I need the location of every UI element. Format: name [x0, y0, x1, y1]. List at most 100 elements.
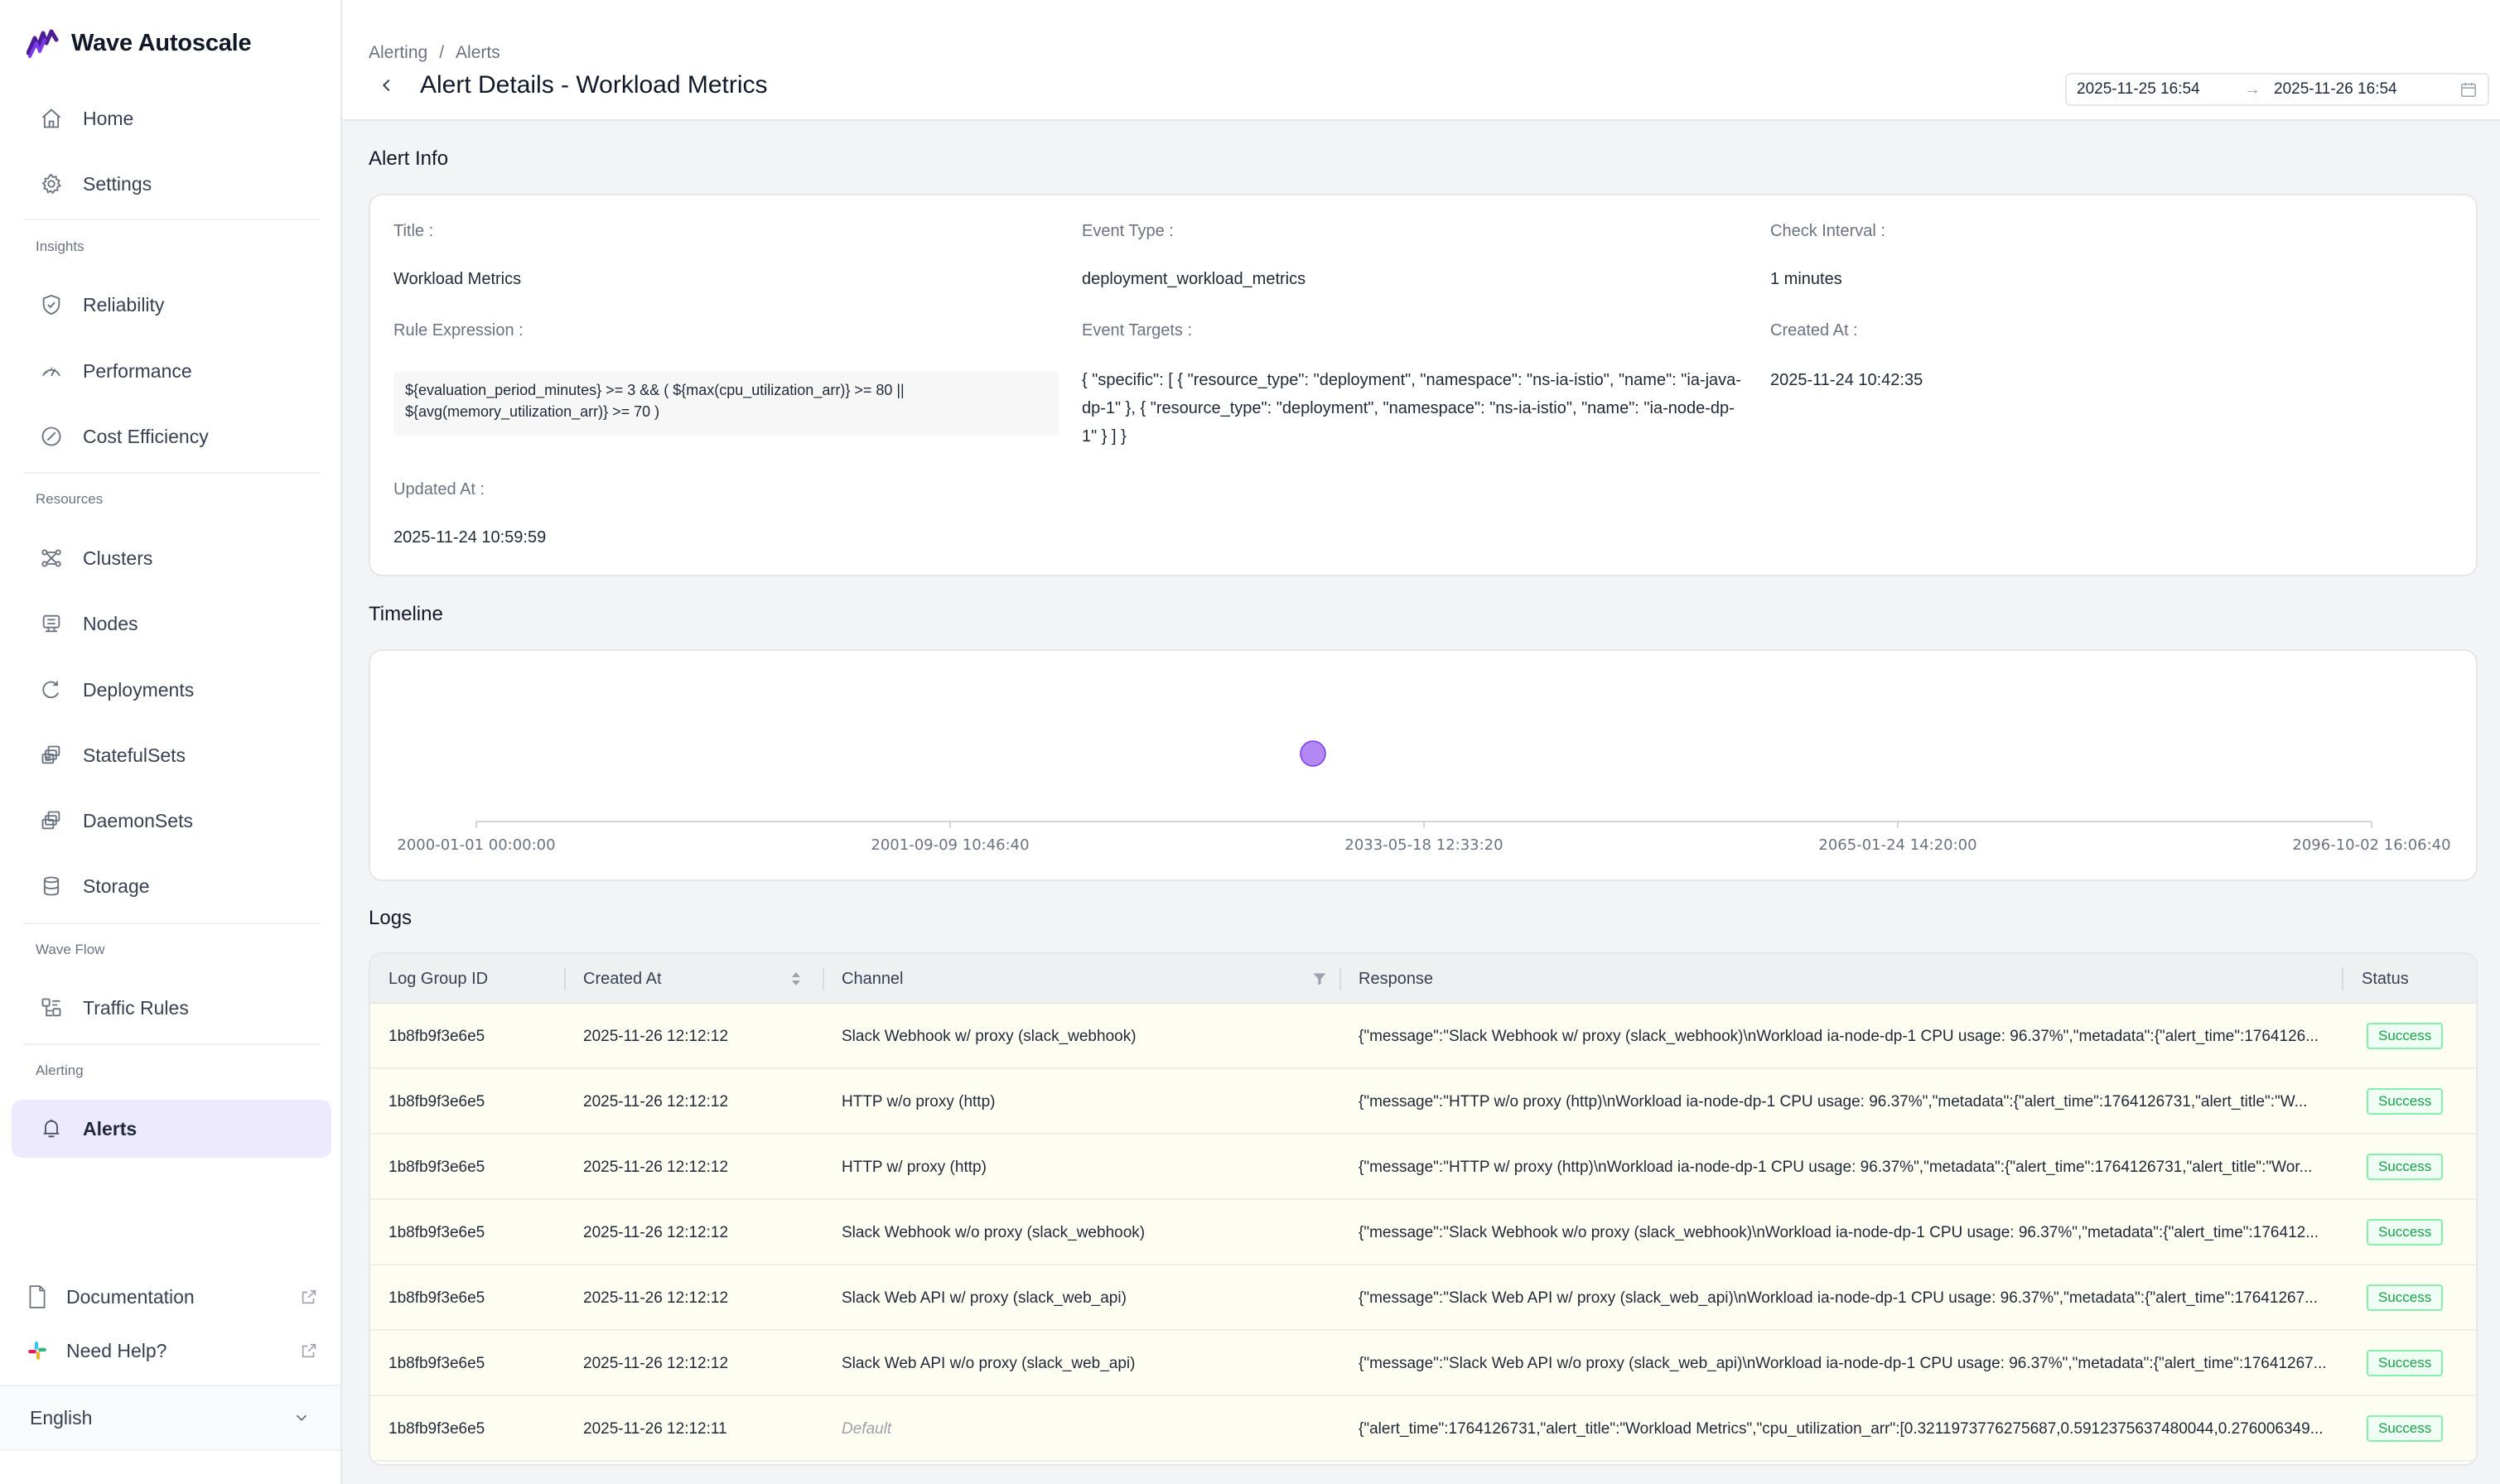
table-row[interactable]: 1b8fb9f3e6e5 2025-11-26 12:12:12 Slack Web…: [370, 1200, 2476, 1265]
sidebar-item-statefulsets[interactable]: StatefulSets: [12, 726, 331, 784]
back-button[interactable]: [375, 74, 398, 97]
cost-efficiency-icon: [38, 423, 65, 450]
sidebar-item-label: Traffic Rules: [83, 996, 189, 1019]
cell-channel: Slack Webhook w/ proxy (slack_webhook): [842, 1028, 1137, 1045]
sidebar-item-cost-efficiency[interactable]: Cost Efficiency: [12, 407, 331, 465]
column-separator: [1339, 967, 1341, 990]
sort-icon[interactable]: [789, 969, 803, 989]
sidebar-divider: [23, 219, 320, 220]
sidebar-item-label: Home: [83, 107, 134, 129]
updated-at-label: Updated At :: [393, 480, 485, 499]
language-select[interactable]: English: [0, 1385, 340, 1451]
sidebar-item-home[interactable]: Home: [12, 89, 331, 147]
timeline-chart: 2000-01-01 00:00:00 2001-09-09 10:46:40 20…: [397, 740, 2451, 854]
table-row[interactable]: 1b8fb9f3e6e5 2025-11-26 12:12:12 Slack Web…: [370, 1331, 2476, 1396]
page-title: Alert Details - Workload Metrics: [420, 71, 768, 99]
timeline-event-marker[interactable]: [1300, 740, 1326, 767]
sidebar-item-clusters[interactable]: Clusters: [12, 529, 331, 587]
created-at-value: 2025-11-24 10:42:35: [1770, 371, 1923, 389]
sidebar-item-nodes[interactable]: Nodes: [12, 595, 331, 653]
cell-created-at: 2025-11-26 12:12:12: [583, 1224, 729, 1241]
cell-channel: Slack Webhook w/o proxy (slack_webhook): [842, 1224, 1146, 1241]
title-label: Title :: [393, 222, 434, 240]
statefulsets-icon: [38, 742, 65, 768]
sidebar-item-label: Cost Efficiency: [83, 425, 209, 447]
sidebar-item-alerts[interactable]: Alerts: [12, 1100, 331, 1158]
updated-at-value: 2025-11-24 10:59:59: [393, 528, 547, 547]
sidebar-item-storage[interactable]: Storage: [12, 857, 331, 915]
sidebar-item-label: Storage: [83, 874, 150, 897]
cell-channel: Slack Web API w/o proxy (slack_web_api): [842, 1355, 1136, 1372]
status-badge: Success: [2367, 1023, 2444, 1049]
created-at-label: Created At :: [1770, 321, 1858, 340]
filter-icon[interactable]: [1311, 971, 1328, 987]
sidebar-item-reliability[interactable]: Reliability: [12, 276, 331, 334]
documentation-label: Documentation: [66, 1285, 195, 1308]
cell-response: {"message":"Slack Web API w/ proxy (slac…: [1359, 1289, 2318, 1307]
column-header-response: Response: [1359, 970, 1434, 988]
table-row[interactable]: 1b8fb9f3e6e5 2025-11-26 12:12:11 Default {"…: [370, 1396, 2476, 1462]
title-value: Workload Metrics: [393, 270, 522, 288]
table-row[interactable]: 1b8fb9f3e6e5 2025-11-26 12:12:12 HTTP w/ p…: [370, 1135, 2476, 1200]
sidebar-item-traffic-rules[interactable]: Traffic Rules: [12, 979, 331, 1037]
status-badge: Success: [2367, 1219, 2444, 1246]
status-badge: Success: [2367, 1088, 2444, 1115]
document-icon: [29, 1285, 46, 1308]
event-targets-value: { "specific": [ { "resource_type": "depl…: [1082, 371, 1741, 446]
timeline-tick-label: 2001-09-09 10:46:40: [871, 836, 1029, 854]
sidebar-item-deployments[interactable]: Deployments: [12, 661, 331, 719]
documentation-link[interactable]: Documentation: [27, 1276, 318, 1318]
cell-created-at: 2025-11-26 12:12:12: [583, 1093, 729, 1111]
breadcrumb: Alerting / Alerts: [369, 43, 500, 63]
timeline-card: 2000-01-01 00:00:00 2001-09-09 10:46:40 20…: [369, 649, 2478, 881]
language-value: English: [30, 1406, 93, 1429]
cell-log-group-id: 1b8fb9f3e6e5: [389, 1420, 485, 1438]
date-from[interactable]: 2025-11-25 16:54: [2077, 80, 2231, 99]
sidebar-item-label: Alerts: [83, 1117, 138, 1140]
cell-channel: Default: [842, 1420, 892, 1438]
status-badge: Success: [2367, 1415, 2444, 1442]
check-interval-label: Check Interval :: [1770, 222, 1885, 240]
date-range-picker[interactable]: 2025-11-25 16:54 → 2025-11-26 16:54: [2065, 73, 2489, 106]
chevron-down-icon: [296, 1414, 307, 1422]
sidebar-section-resources: Resources: [36, 491, 104, 507]
sidebar-divider: [23, 1043, 320, 1045]
sidebar-section-alerting: Alerting: [36, 1062, 84, 1078]
chevron-left-icon: [382, 79, 390, 92]
need-help-link[interactable]: Need Help?: [27, 1330, 318, 1371]
app-name: Wave Autoscale: [71, 29, 252, 56]
calendar-icon[interactable]: [2459, 80, 2478, 99]
page-header: Alerting / Alerts Alert Details - Worklo…: [342, 0, 2500, 121]
wave-logo-icon: [27, 29, 59, 58]
sidebar-item-settings[interactable]: Settings: [12, 155, 331, 213]
date-to[interactable]: 2025-11-26 16:54: [2274, 80, 2428, 99]
sidebar-item-label: Clusters: [83, 547, 153, 569]
shield-check-icon: [38, 292, 65, 318]
cell-response: {"alert_time":1764126731,"alert_title":"…: [1359, 1420, 2324, 1438]
table-row[interactable]: 1b8fb9f3e6e5 2025-11-26 12:12:12 HTTP w/o …: [370, 1069, 2476, 1135]
app-logo[interactable]: Wave Autoscale: [27, 25, 252, 61]
sidebar-item-daemonsets[interactable]: DaemonSets: [12, 792, 331, 850]
sidebar-item-label: Reliability: [83, 293, 165, 316]
breadcrumb-alerting[interactable]: Alerting: [369, 43, 427, 63]
timeline-tick-label: 2065-01-24 14:20:00: [1818, 836, 1976, 854]
timeline-tick-label: 2033-05-18 12:33:20: [1344, 836, 1503, 854]
alert-info-card: Title : Workload Metrics Event Type : de…: [369, 194, 2478, 576]
cell-log-group-id: 1b8fb9f3e6e5: [389, 1093, 485, 1111]
table-row[interactable]: 1b8fb9f3e6e5 2025-11-26 12:12:12 Slack Web…: [370, 1265, 2476, 1331]
cell-created-at: 2025-11-26 12:12:12: [583, 1289, 729, 1307]
sidebar-item-label: DaemonSets: [83, 809, 193, 831]
breadcrumb-alerts[interactable]: Alerts: [456, 43, 500, 63]
table-row[interactable]: 1b8fb9f3e6e5 2025-11-26 12:12:12 Slack Web…: [370, 1004, 2476, 1069]
clusters-icon: [38, 545, 65, 571]
bell-icon: [38, 1115, 65, 1142]
column-separator: [823, 967, 824, 990]
database-icon: [38, 873, 65, 899]
cell-log-group-id: 1b8fb9f3e6e5: [389, 1355, 485, 1372]
sidebar-item-label: Nodes: [83, 612, 138, 634]
column-header-created-at[interactable]: Created At: [583, 954, 662, 1004]
external-link-icon: [302, 1289, 316, 1304]
status-badge: Success: [2367, 1350, 2444, 1376]
timeline-title: Timeline: [369, 603, 443, 625]
sidebar-item-performance[interactable]: Performance: [12, 342, 331, 400]
